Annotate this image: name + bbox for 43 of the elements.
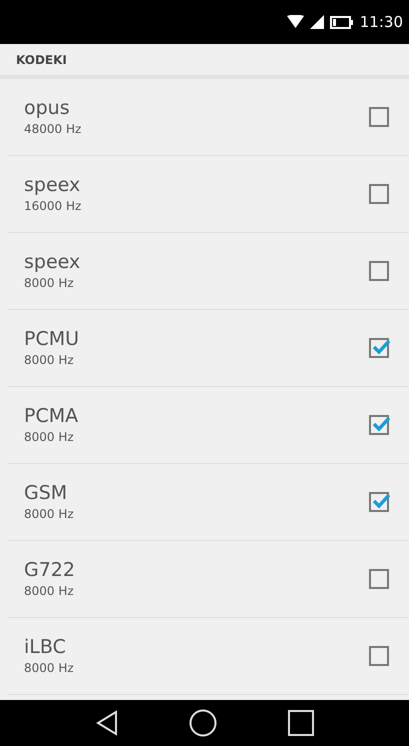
checkbox[interactable]	[369, 184, 389, 204]
codec-name: PCMU	[24, 327, 80, 351]
checkbox[interactable]	[369, 107, 389, 127]
codec-name: G722	[24, 558, 76, 582]
sample-rate: 8000 Hz	[24, 352, 75, 369]
back-icon[interactable]	[96, 710, 118, 736]
home-icon[interactable]	[188, 709, 216, 737]
recents-icon[interactable]	[288, 710, 314, 736]
check-icon	[372, 416, 390, 432]
codec-row[interactable]: speex 16000 Hz	[8, 156, 409, 233]
codec-row[interactable]: G722 8000 Hz	[8, 541, 409, 618]
checkbox[interactable]	[369, 569, 389, 589]
sample-rate: 8000 Hz	[24, 275, 75, 292]
checkbox[interactable]	[369, 261, 389, 281]
codec-name: speex	[24, 173, 82, 197]
checkbox[interactable]	[369, 415, 389, 435]
codec-name: PCMA	[24, 404, 80, 428]
codec-row[interactable]: speex 8000 Hz	[8, 233, 409, 310]
sample-rate: 8000 Hz	[24, 429, 75, 446]
sample-rate: 8000 Hz	[24, 660, 75, 677]
codec-row[interactable]: GSM 8000 Hz	[8, 464, 409, 541]
codec-name: speex	[24, 250, 82, 274]
signal-icon	[310, 15, 324, 29]
codec-row[interactable]: iLBC 8000 Hz	[8, 618, 409, 695]
codec-row[interactable]: PCMA 8000 Hz	[8, 387, 409, 464]
codec-row[interactable]: opus 48000 Hz	[8, 79, 409, 156]
codec-name: GSM	[24, 481, 68, 505]
wifi-icon	[286, 15, 304, 29]
checkbox[interactable]	[369, 338, 389, 358]
sample-rate: 8000 Hz	[24, 506, 75, 523]
codec-name: iLBC	[24, 635, 67, 659]
sample-rate: 16000 Hz	[24, 198, 82, 215]
codec-name: opus	[24, 96, 71, 120]
sample-rate: 48000 Hz	[24, 121, 82, 138]
check-icon	[372, 339, 390, 355]
check-icon	[372, 493, 390, 509]
battery-icon	[330, 16, 354, 28]
sample-rate: 8000 Hz	[24, 583, 75, 600]
checkbox[interactable]	[369, 492, 389, 512]
checkbox[interactable]	[369, 646, 389, 666]
codec-row[interactable]: PCMU 8000 Hz	[8, 310, 409, 387]
status-time: 11:30	[360, 12, 403, 33]
section-title: KODEKI	[16, 52, 67, 68]
